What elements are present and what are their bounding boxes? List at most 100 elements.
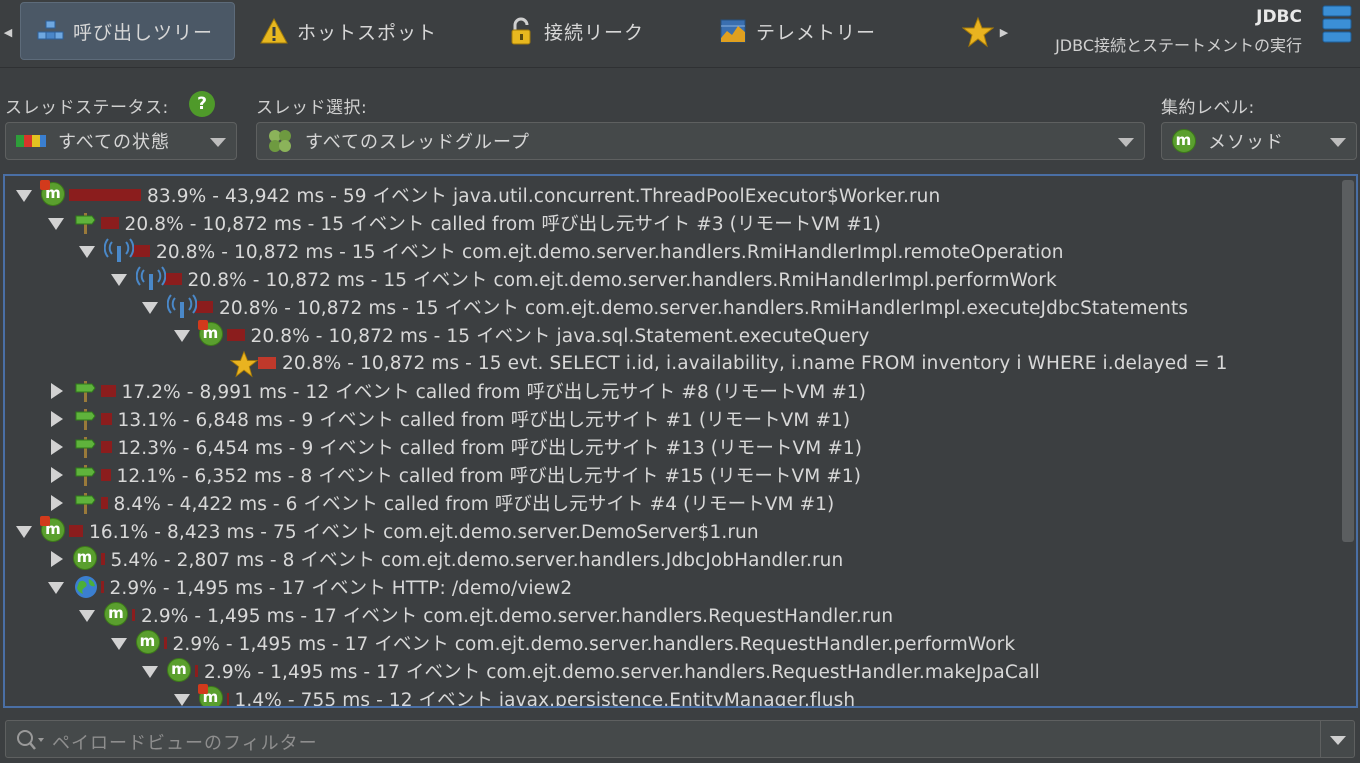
collapse-toggle-icon[interactable] [78,242,96,260]
tab-call-tree[interactable]: 呼び出しツリー [20,2,235,60]
filter-history-dropdown[interactable] [1320,721,1354,757]
scroll-right-arrow-icon[interactable]: ▶ [999,26,1009,40]
database-icon [1320,4,1354,46]
tree-row-label: 13.1% - 6,848 ms - 9 イベント called from 呼び… [117,410,851,431]
percentage-bar [100,441,112,453]
telemetry-icon [718,16,748,46]
tree-row[interactable]: m 20.8% - 10,872 ms - 15 イベント java.sql.St… [173,320,870,349]
tree-row[interactable]: 2.9% - 1,495 ms - 17 イベント HTTP: /demo/vi… [47,573,573,601]
thread-status-select[interactable]: すべての状態 [5,122,237,160]
thread-group-select[interactable]: すべてのスレッドグループ [256,122,1145,160]
tree-row[interactable]: 17.2% - 8,991 ms - 12 イベント called from 呼… [47,377,867,405]
expand-toggle-icon[interactable] [47,438,65,456]
call-site-icon [73,490,99,516]
tab-call-tree-label: 呼び出しツリー [73,21,214,44]
collapse-toggle-icon[interactable] [47,578,65,596]
tab-connection-leaks[interactable]: 接続リーク [492,2,660,60]
percentage-bar [100,581,104,593]
tree-row[interactable]: 20.8% - 10,872 ms - 15 evt. SELECT i.id,… [204,349,1228,378]
tree-row[interactable]: m 1.4% - 755 ms - 12 イベント javax.persisten… [173,684,856,706]
tree-row-label: 2.9% - 1,495 ms - 17 イベント com.ejt.demo.s… [172,634,1016,655]
call-site-icon [73,378,99,404]
tree-row[interactable]: m 2.9% - 1,495 ms - 17 イベント com.ejt.demo.… [78,601,893,629]
expand-toggle-icon[interactable] [47,466,65,484]
tree-row-label: 20.8% - 10,872 ms - 15 イベント com.ejt.demo… [187,270,1057,291]
tree-row[interactable]: 12.1% - 6,352 ms - 8 イベント called from 呼び… [47,461,862,489]
percentage-bar [226,329,245,341]
tab-hotspots-label: ホットスポット [297,21,438,44]
collapse-toggle-icon[interactable] [173,690,191,706]
expand-toggle-icon[interactable] [47,382,65,400]
tree-row[interactable]: m 2.9% - 1,495 ms - 17 イベント com.ejt.demo.… [110,629,1016,657]
collapse-toggle-icon[interactable] [110,634,128,652]
tree-row[interactable]: 12.3% - 6,454 ms - 9 イベント called from 呼び… [47,433,863,461]
star-icon[interactable] [961,16,995,48]
tab-hotspots[interactable]: ホットスポット [245,2,453,60]
thread-select-label: スレッド選択: [256,98,368,118]
percentage-bar [226,693,229,705]
tree-row-label: 20.8% - 10,872 ms - 15 イベント java.sql.Sta… [250,326,870,347]
call-tree[interactable]: m 83.9% - 43,942 ms - 59 イベント java.util.c… [3,174,1358,708]
call-site-icon [73,210,99,236]
payload-filter-placeholder: ペイロードビューのフィルター [52,733,318,754]
percentage-bar [69,189,141,201]
collapse-toggle-icon[interactable] [141,298,159,316]
call-site-icon [73,434,99,460]
thread-status-value: すべての状態 [58,132,171,153]
collapse-toggle-icon[interactable] [15,186,33,204]
lock-icon [506,16,536,46]
tree-row[interactable]: 20.8% - 10,872 ms - 15 イベント com.ejt.demo… [110,265,1057,293]
tree-row[interactable]: 20.8% - 10,872 ms - 15 イベント com.ejt.demo… [78,237,1064,265]
rmi-icon [103,238,135,264]
collapse-toggle-icon[interactable] [47,214,65,232]
percentage-bar [100,497,108,509]
tree-row[interactable]: m 2.9% - 1,495 ms - 17 イベント com.ejt.demo.… [141,657,1040,685]
percentage-bar [100,553,105,565]
aggregation-label: 集約レベル: [1161,98,1255,118]
tree-row-label: 12.1% - 6,352 ms - 8 イベント called from 呼び… [116,466,862,487]
scroll-left-arrow-icon[interactable]: ◀ [3,26,13,40]
aggregation-value: メソッド [1208,132,1284,153]
tree-row-label: 20.8% - 10,872 ms - 15 イベント called from … [124,214,881,235]
tree-row[interactable]: m 83.9% - 43,942 ms - 59 イベント java.util.c… [15,180,940,209]
help-icon[interactable]: ? [189,91,215,117]
collapse-toggle-icon[interactable] [141,662,159,680]
payload-filter[interactable]: ペイロードビューのフィルター [5,720,1355,758]
tree-row[interactable]: 20.8% - 10,872 ms - 15 イベント com.ejt.demo… [141,293,1188,321]
tab-telemetry[interactable]: テレメトリー [704,2,892,60]
method-icon: m [197,320,225,348]
tree-row[interactable]: m 5.4% - 2,807 ms - 8 イベント com.ejt.demo.s… [47,545,844,573]
tree-row[interactable]: 13.1% - 6,848 ms - 9 イベント called from 呼び… [47,405,851,433]
vertical-scrollbar[interactable] [1340,176,1356,706]
tree-row[interactable]: 20.8% - 10,872 ms - 15 イベント called from … [47,209,881,237]
method-icon: m [104,602,130,628]
tree-row-label: 12.3% - 6,454 ms - 9 イベント called from 呼び… [117,438,863,459]
percentage-bar [100,385,116,397]
percentage-bar [132,609,135,621]
collapse-toggle-icon[interactable] [15,522,33,540]
thread-status-label: スレッドステータス: [5,98,169,118]
expand-toggle-icon[interactable] [47,410,65,428]
expand-toggle-icon[interactable] [47,550,65,568]
tree-row[interactable]: 8.4% - 4,422 ms - 6 イベント called from 呼び出… [47,489,835,517]
call-tree-icon [35,16,65,46]
percentage-bar [195,665,198,677]
globe-icon [73,574,99,600]
aggregation-level-select[interactable]: m メソッド [1161,122,1357,160]
probe-header: JDBC JDBC接続とステートメントの実行 [1055,6,1302,58]
tree-row-label: 2.9% - 1,495 ms - 17 イベント com.ejt.demo.s… [204,662,1040,683]
tree-row[interactable]: m 16.1% - 8,423 ms - 75 イベント com.ejt.demo… [15,516,759,545]
chevron-down-icon [1118,138,1134,147]
percentage-bar [69,525,83,537]
scrollbar-thumb[interactable] [1342,180,1354,542]
collapse-toggle-icon[interactable] [110,270,128,288]
collapse-toggle-icon[interactable] [173,326,191,344]
probe-subtitle: JDBC接続とステートメントの実行 [1055,36,1302,55]
expand-toggle-icon[interactable] [47,494,65,512]
method-icon: m [40,180,67,208]
method-icon: m [40,516,67,544]
rmi-icon [135,266,166,292]
collapse-toggle-icon[interactable] [78,606,96,624]
method-icon: m [197,684,225,706]
method-icon: m [72,546,99,572]
